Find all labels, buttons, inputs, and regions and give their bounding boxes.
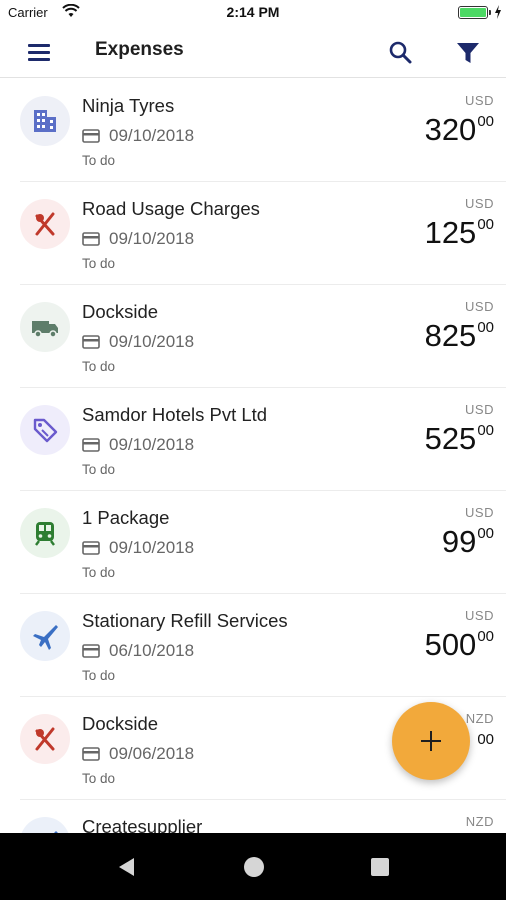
expense-currency: USD	[465, 299, 494, 314]
category-badge	[20, 199, 70, 249]
expense-row[interactable]: Dockside 09/10/2018 To do USD 82500	[0, 285, 506, 388]
card-icon	[82, 232, 100, 246]
category-badge	[20, 817, 70, 833]
plus-icon	[421, 731, 441, 751]
category-badge	[20, 611, 70, 661]
truck-icon	[32, 321, 58, 338]
expense-name: Ninja Tyres	[82, 95, 175, 116]
category-badge	[20, 508, 70, 558]
expense-status: To do	[82, 668, 116, 683]
expense-name: Dockside	[82, 713, 159, 734]
add-expense-button[interactable]	[392, 702, 470, 780]
expense-amount: 32000	[425, 112, 494, 148]
home-icon[interactable]	[244, 857, 264, 877]
battery-icon	[458, 6, 488, 19]
amount-decimal: 00	[477, 525, 494, 542]
expense-amount: 12500	[425, 215, 494, 251]
expense-status: To do	[82, 359, 116, 374]
expense-currency: USD	[465, 608, 494, 623]
expense-currency: USD	[465, 93, 494, 108]
amount-integer: 125	[424, 215, 477, 250]
restaurant-icon	[35, 212, 55, 236]
expense-amount: 52500	[425, 421, 494, 457]
card-icon	[82, 438, 100, 452]
expense-name: Stationary Refill Services	[82, 610, 288, 631]
amount-integer: 320	[424, 112, 477, 147]
charging-icon	[495, 5, 501, 19]
amount-decimal: 00	[477, 319, 494, 336]
expense-date: 09/10/2018	[109, 538, 195, 557]
expense-row[interactable]: Road Usage Charges 09/10/2018 To do USD …	[0, 182, 506, 285]
expense-name: Createsupplier	[82, 816, 203, 833]
expense-amount: 50000	[425, 627, 494, 663]
expense-currency: USD	[465, 196, 494, 211]
amount-decimal: 00	[477, 216, 494, 233]
back-icon[interactable]	[116, 856, 136, 878]
expense-row[interactable]: 1 Package 09/10/2018 To do USD 9900	[0, 491, 506, 594]
filter-icon[interactable]	[454, 39, 482, 67]
expense-row[interactable]: Createsupplier NZD	[0, 800, 506, 833]
search-icon[interactable]	[386, 38, 414, 66]
menu-icon[interactable]	[26, 42, 52, 62]
expense-date: 09/10/2018	[109, 332, 195, 351]
expense-status: To do	[82, 565, 116, 580]
card-icon	[82, 644, 100, 658]
category-badge	[20, 302, 70, 352]
expense-name: Dockside	[82, 301, 159, 322]
status-bar: Carrier 2:14 PM	[0, 0, 506, 26]
expense-status: To do	[82, 153, 116, 168]
expense-date: 09/10/2018	[109, 229, 195, 248]
expense-status: To do	[82, 771, 116, 786]
card-icon	[82, 541, 100, 555]
expense-status: To do	[82, 256, 116, 271]
train-icon	[35, 522, 55, 546]
amount-integer: 500	[424, 627, 477, 662]
building-icon	[34, 110, 56, 132]
expense-name: Road Usage Charges	[82, 198, 260, 219]
expense-status: To do	[82, 462, 116, 477]
app-bar: Expenses	[0, 26, 506, 78]
expense-date: 09/06/2018	[109, 744, 195, 763]
expense-date: 06/10/2018	[109, 641, 195, 660]
category-badge	[20, 405, 70, 455]
amount-decimal: 00	[477, 731, 494, 748]
battery-cap	[489, 10, 491, 15]
expense-amount: 00	[476, 730, 494, 766]
amount-integer: 525	[424, 421, 477, 456]
card-icon	[82, 747, 100, 761]
expense-amount: 82500	[425, 318, 494, 354]
expense-amount: 9900	[442, 524, 494, 560]
tag-icon	[33, 418, 58, 443]
system-nav-bar	[0, 833, 506, 900]
expense-currency: NZD	[465, 711, 494, 726]
amount-integer: 99	[441, 524, 477, 559]
expense-name: Samdor Hotels Pvt Ltd	[82, 404, 268, 425]
amount-decimal: 00	[477, 113, 494, 130]
expense-row[interactable]: Stationary Refill Services 06/10/2018 To…	[0, 594, 506, 697]
expense-date: 09/10/2018	[109, 435, 195, 454]
card-icon	[82, 335, 100, 349]
amount-decimal: 00	[477, 628, 494, 645]
amount-decimal: 00	[477, 422, 494, 439]
page-title: Expenses	[95, 39, 184, 60]
expense-currency: NZD	[465, 814, 494, 829]
expense-currency: USD	[465, 402, 494, 417]
expense-name: 1 Package	[82, 507, 170, 528]
card-icon	[82, 129, 100, 143]
airplane-icon	[33, 625, 58, 650]
expense-row[interactable]: Ninja Tyres 09/10/2018 To do USD 32000	[0, 79, 506, 182]
expense-row[interactable]: Samdor Hotels Pvt Ltd 09/10/2018 To do U…	[0, 388, 506, 491]
category-badge	[20, 714, 70, 764]
category-badge	[20, 96, 70, 146]
amount-integer: 825	[424, 318, 477, 353]
expense-date: 09/10/2018	[109, 126, 195, 145]
expense-currency: USD	[465, 505, 494, 520]
recent-apps-icon[interactable]	[371, 858, 389, 876]
clock: 2:14 PM	[226, 4, 280, 20]
restaurant-icon	[35, 727, 55, 751]
